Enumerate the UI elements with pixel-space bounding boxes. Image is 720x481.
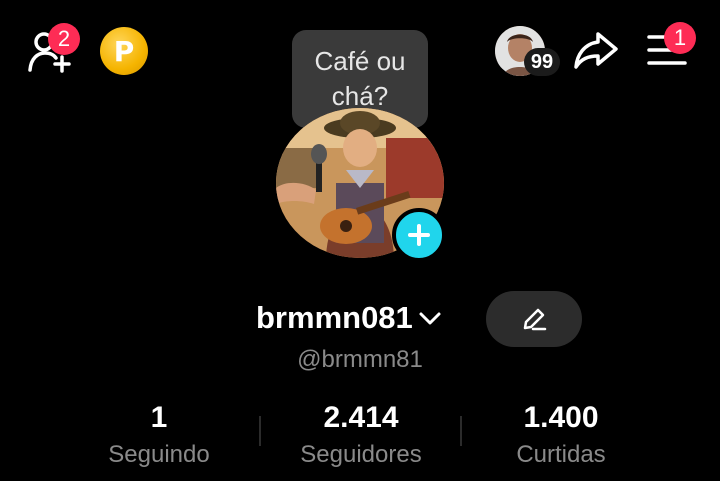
display-name: brmmn081 bbox=[256, 300, 413, 335]
viewer-count-badge: 99 bbox=[524, 48, 560, 76]
share-button[interactable] bbox=[572, 28, 620, 72]
note-text-line1: Café ou bbox=[314, 46, 406, 76]
stat-value: 2.414 bbox=[323, 401, 399, 434]
stat-label: Seguindo bbox=[108, 441, 210, 468]
profile-screen: 2 P Café ou chá? 99 1 brmmn081 @brmmn81 … bbox=[0, 0, 720, 481]
menu-notification-badge: 1 bbox=[664, 22, 696, 54]
share-icon bbox=[574, 32, 618, 69]
stat-following[interactable]: 1 Seguindo bbox=[59, 400, 259, 472]
friends-notification-badge: 2 bbox=[48, 23, 80, 55]
stat-label: Curtidas bbox=[516, 441, 606, 468]
stat-value: 1.400 bbox=[523, 401, 599, 434]
account-switcher[interactable]: brmmn081 bbox=[256, 300, 443, 336]
stat-followers[interactable]: 2.414 Seguidores bbox=[261, 400, 461, 472]
pencil-icon bbox=[523, 308, 547, 331]
coin-icon: P bbox=[113, 34, 135, 68]
chevron-down-icon bbox=[419, 312, 441, 325]
stat-likes[interactable]: 1.400 Curtidas bbox=[461, 400, 661, 472]
username: @brmmn81 bbox=[297, 346, 423, 373]
stat-label: Seguidores bbox=[300, 441, 422, 468]
edit-profile-button[interactable] bbox=[486, 291, 582, 347]
add-story-button[interactable] bbox=[392, 208, 446, 262]
plus-icon bbox=[408, 224, 430, 246]
stat-value: 1 bbox=[150, 401, 168, 434]
coin-button[interactable]: P bbox=[100, 27, 148, 75]
